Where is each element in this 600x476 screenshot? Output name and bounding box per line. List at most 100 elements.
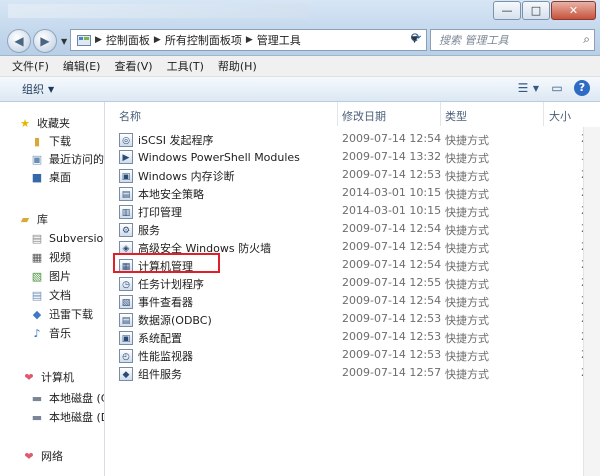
file-row[interactable]: ▤本地安全策略2014-03-01 10:15快捷方式2 — [105, 184, 600, 202]
network-icon: ❤ — [24, 449, 34, 463]
sidebar-item-drive-d[interactable]: ▬ 本地磁盘 (D — [30, 408, 104, 426]
breadcrumb-separator[interactable]: ▶ — [95, 35, 102, 45]
file-date: 2009-07-14 12:54 — [342, 294, 442, 307]
shortcut-icon: ▧ — [119, 295, 133, 309]
sidebar-libraries[interactable]: ▰ 库 — [18, 210, 48, 228]
file-date: 2009-07-14 13:32 — [342, 150, 442, 163]
sidebar-item-drive-c[interactable]: ▬ 本地磁盘 (C — [30, 389, 104, 407]
file-row[interactable]: ◆组件服务2009-07-14 12:57快捷方式2 — [105, 364, 600, 382]
menu-help[interactable]: 帮助(H) — [218, 58, 257, 74]
file-name: ◎ iSCSI 发起程序 — [119, 132, 213, 148]
file-row[interactable]: ▣系统配置2009-07-14 12:53快捷方式2 — [105, 328, 600, 346]
file-row[interactable]: ⚙服务2009-07-14 12:54快捷方式2 — [105, 220, 600, 238]
view-options-icon[interactable]: ☰ — [514, 80, 532, 97]
menu-tools[interactable]: 工具(T) — [167, 58, 204, 74]
file-type: 快捷方式 — [445, 260, 489, 273]
column-type[interactable]: 类型 — [445, 108, 467, 124]
file-name: ◆ 组件服务 — [119, 366, 182, 382]
breadcrumb-admin-tools[interactable]: 管理工具 — [257, 32, 301, 48]
file-name: ▣ Windows 内存诊断 — [119, 168, 235, 184]
shortcut-icon: ▶ — [119, 150, 133, 164]
close-button[interactable]: ✕ — [551, 1, 596, 20]
command-bar: 组织 ▼ ☰ ▼ ▭ ? — [0, 77, 600, 102]
file-date: 2009-07-14 12:54 — [342, 258, 442, 271]
sidebar-item-thunder-downloads[interactable]: ◆ 迅雷下载 — [30, 305, 93, 323]
file-name: ⚙ 服务 — [119, 222, 160, 238]
organize-button[interactable]: 组织 — [22, 81, 44, 97]
document-icon: ▤ — [31, 288, 43, 302]
search-box[interactable]: 搜索 管理工具 ⌕ — [430, 29, 595, 51]
downloads-folder-icon: ▮ — [33, 134, 41, 148]
breadcrumb-separator[interactable]: ▶ — [246, 35, 253, 45]
sidebar-computer[interactable]: ❤ 计算机 — [22, 368, 74, 386]
sidebar-item-downloads[interactable]: ▮ 下载 — [30, 132, 71, 150]
file-row[interactable]: ◴性能监视器2009-07-14 12:53快捷方式2 — [105, 346, 600, 364]
file-type: 快捷方式 — [445, 224, 489, 237]
menu-edit[interactable]: 编辑(E) — [63, 58, 101, 74]
music-icon: ♪ — [33, 326, 41, 340]
sidebar-item-pictures[interactable]: ▧ 图片 — [30, 267, 71, 285]
thunder-download-icon: ◆ — [32, 307, 42, 321]
file-row[interactable]: ▤数据源(ODBC)2009-07-14 12:53快捷方式2 — [105, 310, 600, 328]
column-divider[interactable] — [337, 102, 338, 126]
sidebar-item-subversion[interactable]: ▤ Subversion — [30, 229, 104, 247]
forward-button[interactable]: ▶ — [33, 29, 57, 53]
minimize-button[interactable]: — — [493, 1, 521, 20]
organize-dropdown-icon[interactable]: ▼ — [48, 85, 54, 94]
sidebar-network[interactable]: ❤ 网络 — [22, 447, 63, 465]
file-row[interactable]: ◷任务计划程序2009-07-14 12:55快捷方式2 — [105, 274, 600, 292]
sidebar-item-videos[interactable]: ▦ 视频 — [30, 248, 71, 266]
file-date: 2009-07-14 12:53 — [342, 330, 442, 343]
column-name[interactable]: 名称 — [119, 108, 141, 124]
file-row[interactable]: ▧事件查看器2009-07-14 12:54快捷方式2 — [105, 292, 600, 310]
file-row[interactable]: ▣Windows 内存诊断2009-07-14 12:53快捷方式2 — [105, 166, 600, 184]
file-name: ◴ 性能监视器 — [119, 348, 193, 364]
back-button[interactable]: ◀ — [7, 29, 31, 53]
recent-pages-dropdown-icon[interactable]: ▼ — [61, 37, 67, 46]
vertical-scrollbar[interactable] — [583, 127, 600, 476]
sidebar-item-desktop[interactable]: ■ 桌面 — [30, 168, 71, 186]
maximize-button[interactable]: □ — [522, 1, 550, 20]
file-date: 2009-07-14 12:55 — [342, 276, 442, 289]
window-buttons: — □ ✕ — [492, 1, 596, 20]
file-type: 快捷方式 — [445, 152, 489, 165]
help-icon[interactable]: ? — [574, 80, 592, 97]
column-divider[interactable] — [440, 102, 441, 126]
menu-file[interactable]: 文件(F) — [12, 58, 49, 74]
desktop-icon: ■ — [31, 170, 43, 184]
address-bar[interactable]: ▶ 控制面板 ▶ 所有控制面板项 ▶ 管理工具 ▼ — [70, 29, 427, 51]
column-divider[interactable] — [543, 102, 544, 126]
navigation-pane: ★ 收藏夹 ▮ 下载 ▣ 最近访问的 ■ 桌面 ▰ 库 ▤ Subversion… — [0, 102, 105, 476]
search-icon[interactable]: ⌕ — [583, 32, 590, 47]
sidebar-item-music[interactable]: ♪ 音乐 — [30, 324, 71, 342]
file-name: ▤ 本地安全策略 — [119, 186, 204, 202]
breadcrumb-separator[interactable]: ▶ — [154, 35, 161, 45]
file-type: 快捷方式 — [445, 350, 489, 363]
preview-pane-icon[interactable]: ▭ — [548, 80, 566, 97]
file-row[interactable]: ◎iSCSI 发起程序2009-07-14 12:54快捷方式2 — [105, 130, 600, 148]
shortcut-icon: ◴ — [119, 349, 133, 363]
file-date: 2014-03-01 10:15 — [342, 186, 442, 199]
file-row[interactable]: ▥打印管理2014-03-01 10:15快捷方式2 — [105, 202, 600, 220]
file-date: 2014-03-01 10:15 — [342, 204, 442, 217]
toolbar-icons: ☰ ▼ ▭ ? — [506, 80, 592, 97]
sidebar-favorites[interactable]: ★ 收藏夹 — [18, 114, 70, 132]
file-row[interactable]: ▶ Windows PowerShell Modules 2009-07-14 13… — [105, 148, 600, 166]
breadcrumb-all-items[interactable]: 所有控制面板项 — [165, 32, 242, 48]
view-dropdown-icon[interactable]: ▼ — [532, 80, 540, 97]
file-type: 快捷方式 — [445, 206, 489, 219]
column-size[interactable]: 大小 — [549, 108, 571, 124]
computer-icon: ❤ — [24, 370, 34, 384]
file-type: 快捷方式 — [445, 296, 489, 309]
menu-view[interactable]: 查看(V) — [114, 58, 152, 74]
sidebar-item-documents[interactable]: ▤ 文档 — [30, 286, 71, 304]
library-icon: ▰ — [20, 212, 30, 226]
file-date: 2009-07-14 12:57 — [342, 366, 442, 379]
file-type: 快捷方式 — [445, 170, 489, 183]
sidebar-item-recent[interactable]: ▣ 最近访问的 — [30, 150, 104, 168]
recent-places-icon: ▣ — [31, 152, 43, 166]
column-date[interactable]: 修改日期 — [342, 108, 386, 124]
breadcrumb-control-panel[interactable]: 控制面板 — [106, 32, 150, 48]
refresh-icon[interactable]: ⟳ — [407, 30, 425, 48]
file-date: 2009-07-14 12:54 — [342, 240, 442, 253]
